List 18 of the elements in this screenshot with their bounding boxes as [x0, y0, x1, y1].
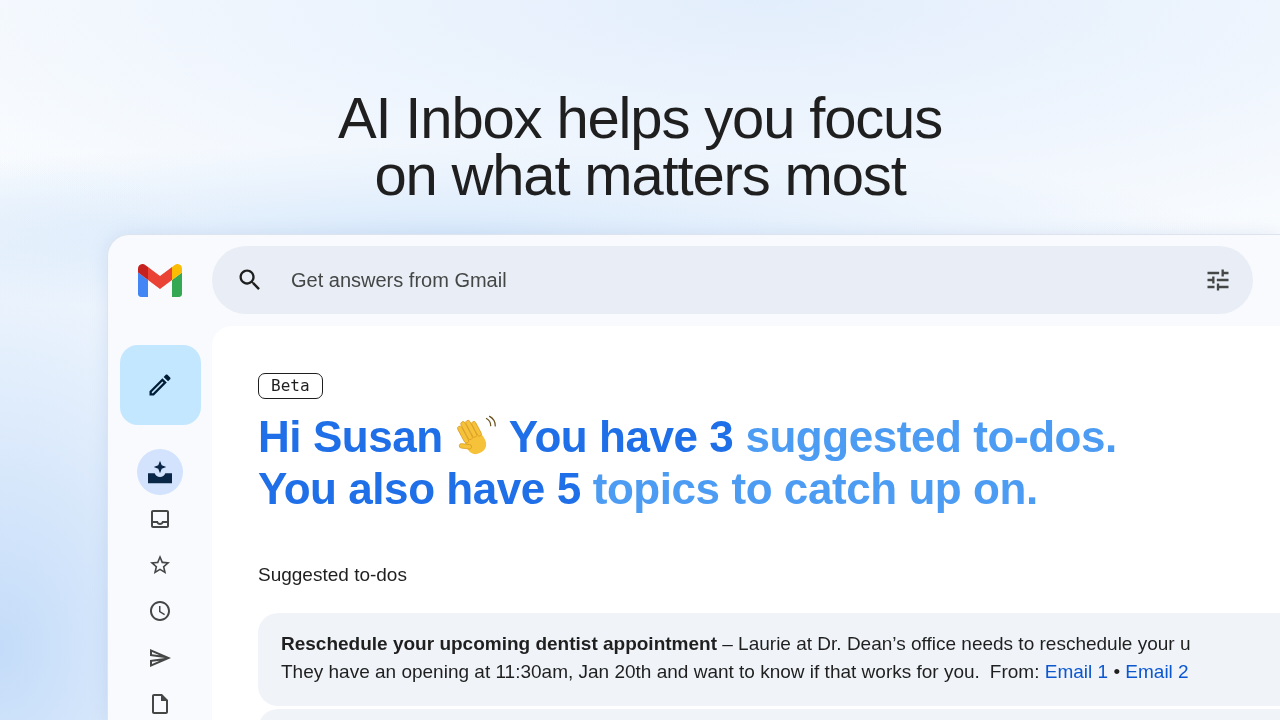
todo-text: They have an opening at 11:30am, Jan 20th and want to know if that works for you. From: Email 1 • Email 2 — [281, 660, 1189, 684]
compose-button[interactable] — [119, 345, 201, 425]
gmail-logo — [138, 264, 182, 297]
email-link[interactable]: Email 1 — [1044, 661, 1109, 682]
sparkle-tray-icon — [148, 460, 172, 485]
beta-badge: Beta — [258, 373, 323, 399]
greeting-highlight: suggested to-dos. — [745, 411, 1117, 463]
greeting-text: You have 3 — [508, 411, 734, 463]
clock-icon — [148, 599, 172, 624]
greeting-text: Hi Susan — [258, 411, 443, 463]
nav-button[interactable] — [137, 449, 183, 496]
headline: AI Inbox helps you focus on what matters most — [336, 89, 944, 203]
greeting-highlight: topics to catch up on. — [592, 463, 1038, 515]
section-title: Suggested to-dos — [258, 563, 407, 587]
greeting-text: You also have 5 — [258, 463, 581, 515]
search-field[interactable]: Get answers from Gmail — [212, 246, 1253, 314]
todo-text: Reschedule your upcoming dentist appointment – Laurie at Dr. Dean’s office needs to reschedule your u — [281, 632, 1191, 656]
email-link[interactable]: Email 2 — [1125, 661, 1189, 682]
